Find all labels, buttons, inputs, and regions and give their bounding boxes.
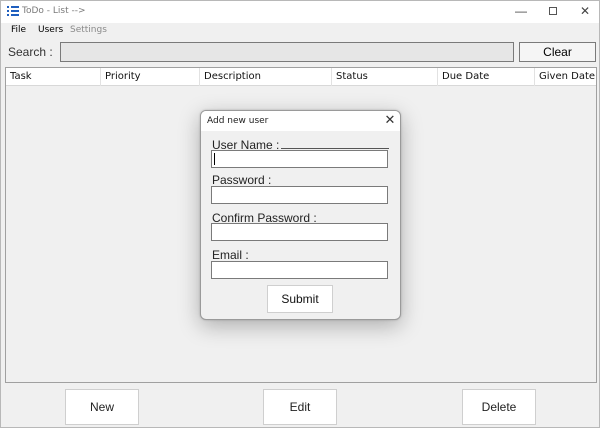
column-header-given-date[interactable]: Given Date <box>535 68 596 86</box>
clear-button[interactable]: Clear <box>519 42 596 62</box>
email-label: Email : <box>212 248 249 262</box>
dialog-title: Add new user <box>207 116 269 126</box>
minimize-icon: — <box>515 4 527 18</box>
close-icon: ✕ <box>384 112 396 127</box>
main-window: ToDo - List --> — ✕ File Users Settings … <box>0 0 600 428</box>
column-header-due-date[interactable]: Due Date <box>438 68 535 86</box>
column-header-description[interactable]: Description <box>200 68 332 86</box>
search-input[interactable] <box>60 42 514 62</box>
close-button[interactable]: ✕ <box>568 1 600 23</box>
grid-header: Task Priority Description Status Due Dat… <box>6 68 596 86</box>
user-name-field[interactable] <box>211 150 388 168</box>
menu-settings: Settings <box>70 25 107 35</box>
dialog-title-bar[interactable]: Add new user ✕ <box>201 111 400 131</box>
submit-button[interactable]: Submit <box>267 285 333 313</box>
search-label: Search : <box>8 45 53 59</box>
menu-file[interactable]: File <box>11 25 26 35</box>
new-button[interactable]: New <box>65 389 139 425</box>
todo-list-icon <box>7 6 19 18</box>
menu-users[interactable]: Users <box>38 25 63 35</box>
column-header-task[interactable]: Task <box>6 68 101 86</box>
minimize-button[interactable]: — <box>504 1 538 23</box>
add-user-dialog: Add new user ✕ User Name : Password : Co… <box>200 110 401 320</box>
delete-button[interactable]: Delete <box>462 389 536 425</box>
confirm-password-field[interactable] <box>211 223 388 241</box>
maximize-icon <box>549 7 557 15</box>
email-field[interactable] <box>211 261 388 279</box>
maximize-button[interactable] <box>536 1 570 23</box>
text-caret <box>214 153 215 165</box>
column-header-priority[interactable]: Priority <box>101 68 200 86</box>
password-field[interactable] <box>211 186 388 204</box>
label-underline <box>281 148 389 149</box>
password-label: Password : <box>212 173 272 187</box>
column-header-status[interactable]: Status <box>332 68 438 86</box>
window-title: ToDo - List --> <box>22 6 86 16</box>
edit-button[interactable]: Edit <box>263 389 337 425</box>
title-bar[interactable]: ToDo - List --> — ✕ <box>1 1 599 23</box>
menu-bar: File Users Settings <box>1 23 599 40</box>
close-icon: ✕ <box>579 4 591 18</box>
dialog-close-button[interactable]: ✕ <box>382 112 398 128</box>
